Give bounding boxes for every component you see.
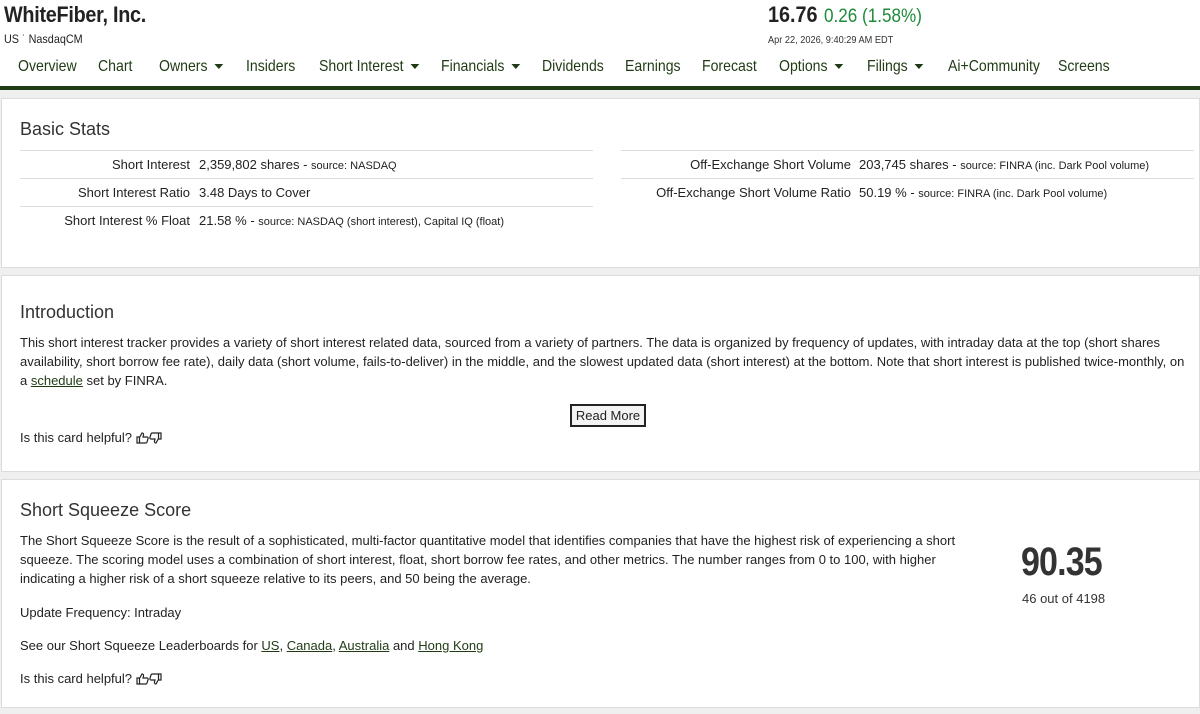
nav-label: Forecast <box>702 58 757 75</box>
card-title: Basic Stats <box>20 119 111 139</box>
nav-overview[interactable]: Overview <box>18 58 77 76</box>
nav-forecast[interactable]: Forecast <box>702 58 757 76</box>
nav-label: Earnings <box>625 58 681 75</box>
nav-chart[interactable]: Chart <box>98 58 132 76</box>
stat-label: Short Interest % Float <box>64 213 190 228</box>
stat-value: 2,359,802 shares - source: NASDAQ <box>199 157 397 172</box>
nav-label: Filings <box>867 58 908 75</box>
nav-label: Insiders <box>246 58 296 75</box>
main-nav: Overview Chart Owners Insiders Short Int… <box>0 58 1200 82</box>
caret-down-icon <box>410 64 420 70</box>
stat-value: 50.19 % - source: FINRA (inc. Dark Pool … <box>859 185 1107 200</box>
nav-short-interest[interactable]: Short Interest <box>319 58 420 76</box>
basic-stats-card: Basic Stats Short Interest 2,359,802 sha… <box>1 98 1200 268</box>
exchange-label: US ˙ NasdaqCM <box>4 32 83 46</box>
separator: , <box>279 638 287 653</box>
thumbs-up-icon[interactable] <box>136 432 149 447</box>
source-note: source: NASDAQ (short interest), Capital… <box>258 216 505 228</box>
header: WhiteFiber, Inc. US ˙ NasdaqCM 16.76 0.2… <box>0 0 1200 90</box>
separator: and <box>389 638 419 653</box>
nav-label: Chart <box>98 58 133 75</box>
squeeze-description: The Short Squeeze Score is the result of… <box>20 533 956 586</box>
nav-filings[interactable]: Filings <box>867 58 924 76</box>
leaderboard-australia-link[interactable]: Australia <box>339 638 390 653</box>
thumbs-up-icon[interactable] <box>136 673 149 688</box>
value-text: 50.19 % <box>859 185 907 200</box>
nav-label: Overview <box>18 58 77 75</box>
short-squeeze-card: Short Squeeze Score The Short Squeeze Sc… <box>1 479 1200 708</box>
value-text: 3.48 Days to Cover <box>199 185 311 200</box>
nav-insiders[interactable]: Insiders <box>246 58 295 76</box>
nav-label: Owners <box>159 58 208 75</box>
helpful-prompt: Is this card helpful? <box>20 671 162 688</box>
nav-underline <box>0 86 1200 90</box>
nav-owners[interactable]: Owners <box>159 58 224 76</box>
value-text: 2,359,802 shares <box>199 157 300 172</box>
introduction-text: This short interest tracker provides a v… <box>20 333 1195 390</box>
update-frequency: Update Frequency: Intraday <box>20 605 182 620</box>
stat-row: Short Interest Ratio 3.48 Days to Cover <box>20 178 593 206</box>
nav-dividends[interactable]: Dividends <box>542 58 604 76</box>
price-change: 0.26 (1.58%) <box>823 6 922 27</box>
helpful-label: Is this card helpful? <box>20 430 133 445</box>
quote-timestamp: Apr 22, 2026, 9:40:29 AM EDT <box>768 35 894 46</box>
caret-down-icon <box>914 64 924 70</box>
stock-price: 16.76 <box>768 2 818 27</box>
company-name[interactable]: WhiteFiber, Inc. <box>4 2 146 28</box>
intro-text-end: set by FINRA. <box>82 373 168 388</box>
thumbs-down-icon[interactable] <box>148 673 162 688</box>
stat-row: Off-Exchange Short Volume 203,745 shares… <box>621 150 1194 178</box>
value-sep: - <box>246 213 259 228</box>
caret-down-icon <box>214 64 224 70</box>
nav-ai-community[interactable]: Ai+Community <box>948 58 1040 76</box>
source-note: source: FINRA (inc. Dark Pool volume) <box>918 188 1108 200</box>
stat-row: Short Interest % Float 21.58 % - source:… <box>20 206 593 234</box>
stat-value: 203,745 shares - source: FINRA (inc. Dar… <box>859 157 1149 172</box>
stat-row: Off-Exchange Short Volume Ratio 50.19 % … <box>621 178 1194 206</box>
nav-options[interactable]: Options <box>779 58 844 76</box>
nav-label: Financials <box>441 58 505 75</box>
leaderboard-canada-link[interactable]: Canada <box>287 638 333 653</box>
value-text: 21.58 % <box>199 213 247 228</box>
read-more-button[interactable]: Read More <box>570 404 646 427</box>
leaderboard-hong-kong-link[interactable]: Hong Kong <box>418 638 483 653</box>
source-note: source: NASDAQ <box>311 160 397 172</box>
leaderboard-links: See our Short Squeeze Leaderboards for U… <box>20 636 720 655</box>
card-title: Introduction <box>20 302 115 322</box>
leaderboard-prefix: See our Short Squeeze Leaderboards for <box>20 638 262 653</box>
squeeze-score: 90.35 <box>1021 540 1103 584</box>
source-note: source: FINRA (inc. Dark Pool volume) <box>960 160 1150 172</box>
stat-label: Short Interest <box>111 157 190 172</box>
value-sep: - <box>906 185 919 200</box>
value-text: 203,745 shares <box>859 157 949 172</box>
introduction-card: Introduction This short interest tracker… <box>1 275 1200 472</box>
stat-row: Short Interest 2,359,802 shares - source… <box>20 150 593 178</box>
stat-label: Off-Exchange Short Volume Ratio <box>656 185 851 200</box>
nav-label: Short Interest <box>319 58 404 75</box>
nav-label: Ai+Community <box>948 58 1040 75</box>
helpful-label: Is this card helpful? <box>20 671 133 686</box>
nav-earnings[interactable]: Earnings <box>625 58 681 76</box>
nav-label: Screens <box>1058 58 1110 75</box>
nav-label: Dividends <box>542 58 604 75</box>
value-sep: - <box>948 157 961 172</box>
stat-value: 21.58 % - source: NASDAQ (short interest… <box>199 213 504 228</box>
card-title: Short Squeeze Score <box>20 500 192 520</box>
nav-screens[interactable]: Screens <box>1058 58 1110 76</box>
stat-label: Short Interest Ratio <box>78 185 190 200</box>
nav-label: Options <box>779 58 828 75</box>
value-sep: - <box>299 157 312 172</box>
stat-label: Off-Exchange Short Volume <box>690 157 851 172</box>
helpful-prompt: Is this card helpful? <box>20 430 162 447</box>
schedule-link[interactable]: schedule <box>31 373 83 388</box>
leaderboard-us-link[interactable]: US <box>261 638 279 653</box>
thumbs-down-icon[interactable] <box>148 432 162 447</box>
price-line: 16.76 0.26 (1.58%) <box>768 2 932 28</box>
caret-down-icon <box>511 64 521 70</box>
squeeze-rank: 46 out of 4198 <box>1022 591 1106 606</box>
intro-text: This short interest tracker provides a v… <box>20 335 1185 388</box>
caret-down-icon <box>834 64 844 70</box>
nav-financials[interactable]: Financials <box>441 58 521 76</box>
stat-value: 3.48 Days to Cover <box>199 185 310 200</box>
